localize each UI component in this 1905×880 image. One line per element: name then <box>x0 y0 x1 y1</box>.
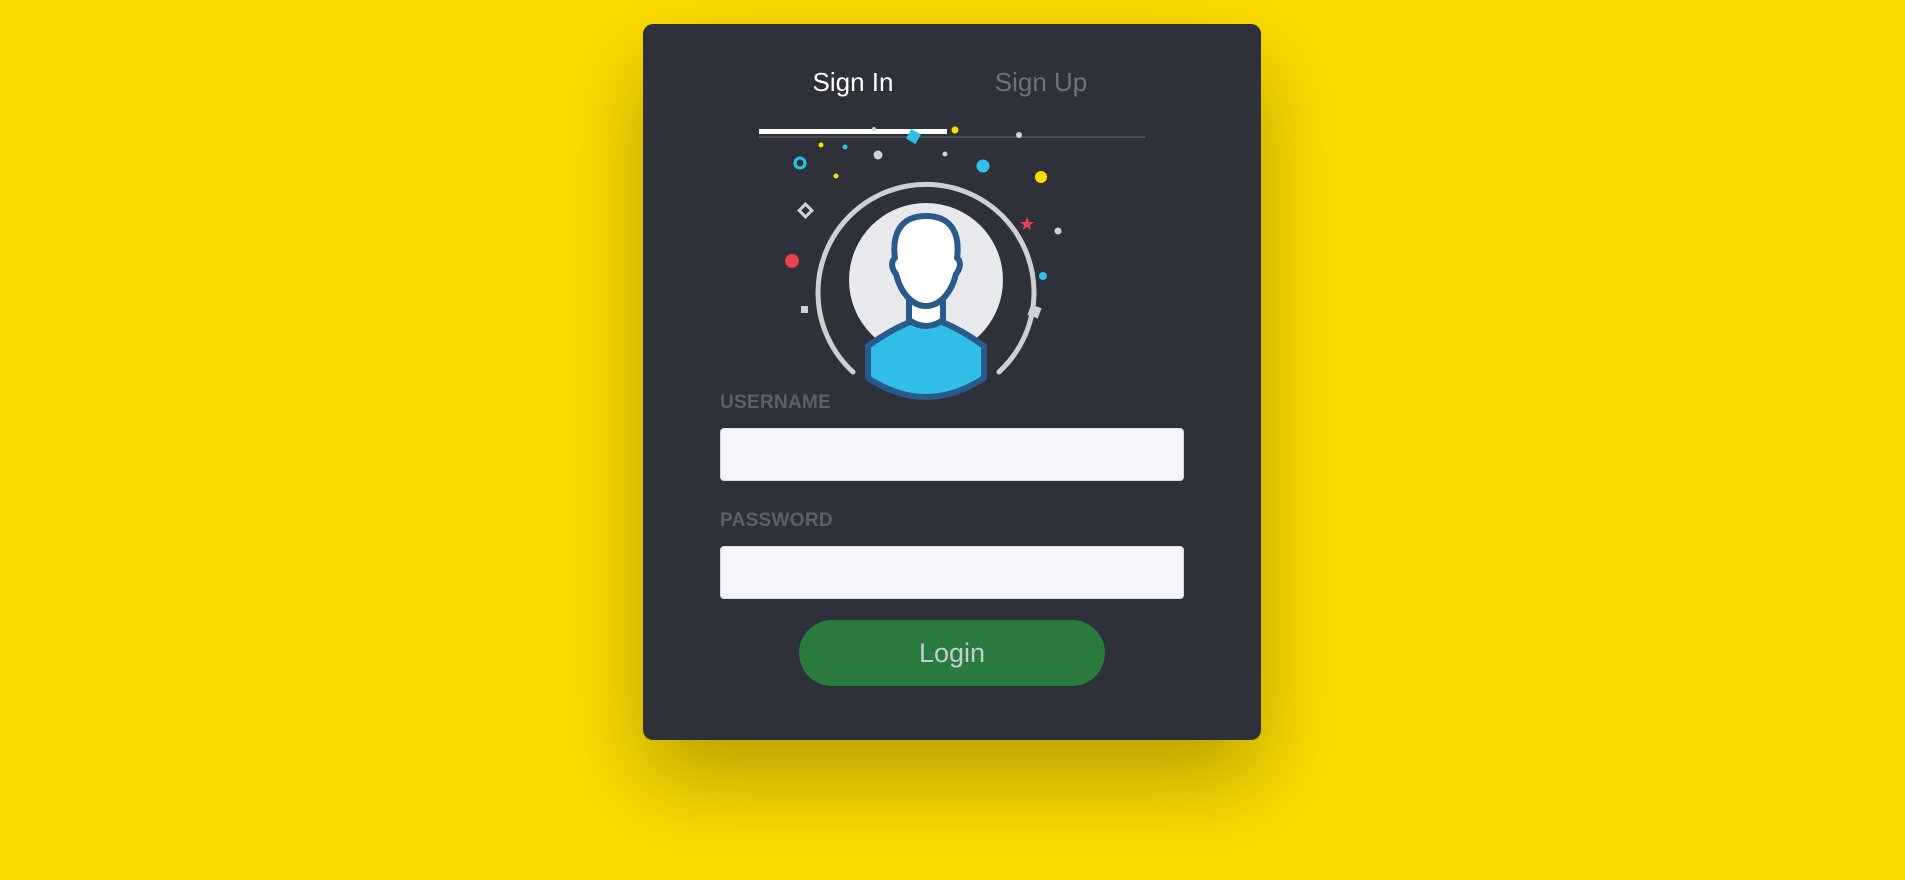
password-input[interactable] <box>720 546 1184 599</box>
login-card: Sign In Sign Up USERNAME PASSWORD Login <box>643 24 1261 740</box>
user-avatar-icon <box>785 126 1062 400</box>
password-label: PASSWORD <box>720 510 833 531</box>
login-button[interactable]: Login <box>799 620 1105 686</box>
username-label: USERNAME <box>720 392 832 413</box>
username-input[interactable] <box>720 428 1184 481</box>
tab-sign-up[interactable]: Sign Up <box>947 60 1135 104</box>
